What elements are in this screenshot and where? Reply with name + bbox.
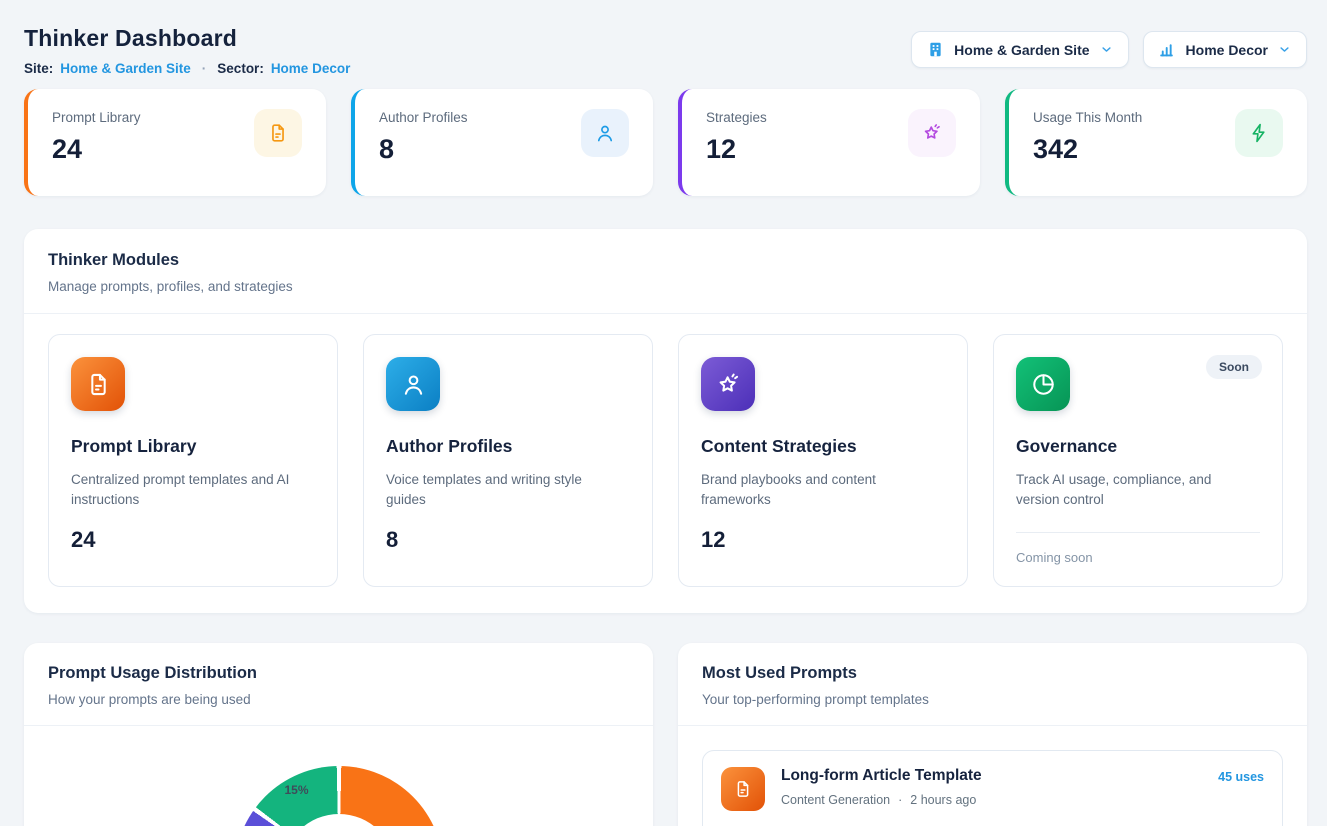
module-description: Track AI usage, compliance, and version … xyxy=(1016,470,1260,511)
document-icon xyxy=(71,357,125,411)
card-header: Most Used Prompts Your top-performing pr… xyxy=(678,643,1307,725)
site-selector-dropdown[interactable]: Home & Garden Site xyxy=(911,31,1128,68)
pie-chart-icon xyxy=(1016,357,1070,411)
divider xyxy=(1016,532,1260,533)
stat-card-strategies: Strategies 12 xyxy=(678,89,980,196)
thinker-modules-panel: Thinker Modules Manage prompts, profiles… xyxy=(24,229,1307,613)
sector-selector-dropdown[interactable]: Home Decor xyxy=(1143,31,1307,68)
sector-label: Sector: xyxy=(217,61,264,76)
card-header: Prompt Usage Distribution How your promp… xyxy=(24,643,653,725)
chevron-down-icon xyxy=(1099,42,1114,57)
soon-badge: Soon xyxy=(1206,355,1262,379)
donut-chart-area: 15% xyxy=(24,726,653,826)
coming-soon-text: Coming soon xyxy=(1016,550,1260,565)
header-left: Thinker Dashboard Site: Home & Garden Si… xyxy=(24,0,350,76)
meta-separator: · xyxy=(898,793,902,807)
stat-card-prompt-library: Prompt Library 24 xyxy=(24,89,326,196)
module-count: 24 xyxy=(71,527,315,553)
user-icon xyxy=(581,109,629,157)
module-count: 8 xyxy=(386,527,630,553)
prompt-uses-count: 45 uses xyxy=(1218,767,1264,784)
prompt-time: 2 hours ago xyxy=(910,793,976,807)
module-card-prompt-library[interactable]: Prompt Library Centralized prompt templa… xyxy=(48,334,338,587)
module-description: Voice templates and writing style guides xyxy=(386,470,630,511)
module-title: Prompt Library xyxy=(71,436,315,457)
module-card-content-strategies[interactable]: Content Strategies Brand playbooks and c… xyxy=(678,334,968,587)
panel-header: Thinker Modules Manage prompts, profiles… xyxy=(24,229,1307,313)
prompts-list: Long-form Article Template Content Gener… xyxy=(678,726,1307,826)
stats-row: Prompt Library 24 Author Profiles 8 Stra… xyxy=(24,89,1307,196)
card-subtitle: Your top-performing prompt templates xyxy=(702,692,1283,707)
dashboard-page: Thinker Dashboard Site: Home & Garden Si… xyxy=(0,0,1327,826)
user-icon xyxy=(386,357,440,411)
sector-selector-label: Home Decor xyxy=(1186,42,1268,58)
prompt-item-text: Long-form Article Template Content Gener… xyxy=(781,767,982,807)
breadcrumb: Site: Home & Garden Site · Sector: Home … xyxy=(24,61,350,76)
donut-chart xyxy=(234,766,443,826)
site-link[interactable]: Home & Garden Site xyxy=(60,61,191,76)
header-actions: Home & Garden Site Home Decor xyxy=(911,31,1307,68)
card-title: Prompt Usage Distribution xyxy=(48,664,629,683)
prompt-meta: Content Generation · 2 hours ago xyxy=(781,793,982,807)
star-icon xyxy=(701,357,755,411)
panel-subtitle: Manage prompts, profiles, and strategies xyxy=(48,279,1283,294)
bar-chart-icon xyxy=(1158,40,1177,59)
module-card-governance[interactable]: Soon Governance Track AI usage, complian… xyxy=(993,334,1283,587)
bottom-row: Prompt Usage Distribution How your promp… xyxy=(24,643,1307,826)
chevron-down-icon xyxy=(1277,42,1292,57)
breadcrumb-separator: · xyxy=(198,61,211,76)
building-icon xyxy=(926,40,945,59)
module-description: Brand playbooks and content frameworks xyxy=(701,470,945,511)
star-icon xyxy=(908,109,956,157)
donut-slice-label: 15% xyxy=(279,783,315,797)
module-description: Centralized prompt templates and AI inst… xyxy=(71,470,315,511)
module-card-author-profiles[interactable]: Author Profiles Voice templates and writ… xyxy=(363,334,653,587)
module-title: Author Profiles xyxy=(386,436,630,457)
prompt-title: Long-form Article Template xyxy=(781,767,982,785)
module-title: Governance xyxy=(1016,436,1260,457)
most-used-prompts-card: Most Used Prompts Your top-performing pr… xyxy=(678,643,1307,826)
bolt-icon xyxy=(1235,109,1283,157)
page-header: Thinker Dashboard Site: Home & Garden Si… xyxy=(24,0,1307,76)
document-icon xyxy=(254,109,302,157)
page-title: Thinker Dashboard xyxy=(24,25,350,52)
document-icon xyxy=(721,767,765,811)
site-selector-label: Home & Garden Site xyxy=(954,42,1089,58)
module-count: 12 xyxy=(701,527,945,553)
usage-distribution-card: Prompt Usage Distribution How your promp… xyxy=(24,643,653,826)
stat-card-author-profiles: Author Profiles 8 xyxy=(351,89,653,196)
site-label: Site: xyxy=(24,61,53,76)
stat-card-usage: Usage This Month 342 xyxy=(1005,89,1307,196)
card-title: Most Used Prompts xyxy=(702,664,1283,683)
prompt-category: Content Generation xyxy=(781,793,890,807)
panel-title: Thinker Modules xyxy=(48,251,1283,270)
card-subtitle: How your prompts are being used xyxy=(48,692,629,707)
prompt-list-item[interactable]: Long-form Article Template Content Gener… xyxy=(702,750,1283,826)
modules-grid: Prompt Library Centralized prompt templa… xyxy=(24,314,1307,613)
module-title: Content Strategies xyxy=(701,436,945,457)
sector-link[interactable]: Home Decor xyxy=(271,61,351,76)
